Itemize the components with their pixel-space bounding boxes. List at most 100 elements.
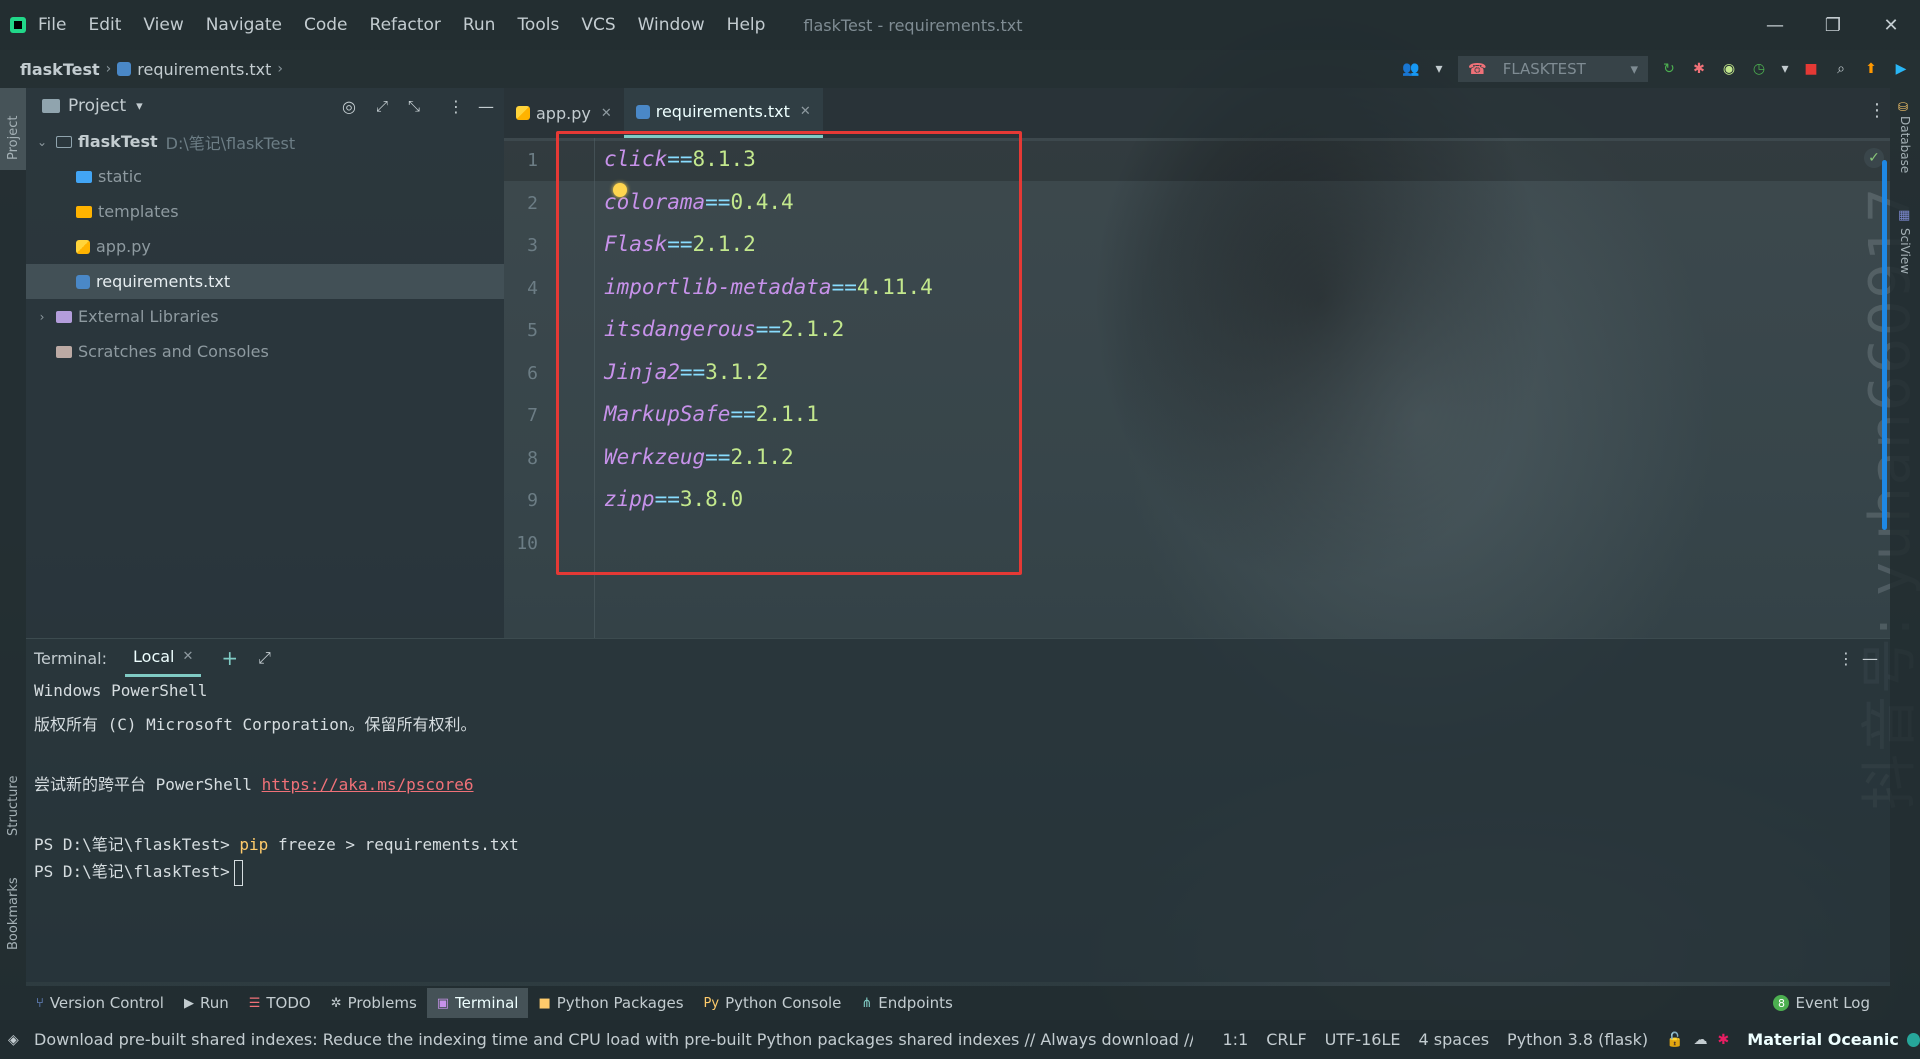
chevron-down-icon[interactable]: ▾ xyxy=(1432,60,1446,78)
tool-run[interactable]: ▶ Run xyxy=(174,988,239,1018)
tool-python-packages[interactable]: ■ Python Packages xyxy=(528,988,693,1018)
tree-item-scratches[interactable]: Scratches and Consoles xyxy=(26,334,504,369)
tree-item-label: External Libraries xyxy=(78,307,219,326)
navigation-bar: flaskTest › requirements.txt › 👥 ▾ ☎ FLA… xyxy=(0,50,1920,88)
menu-view[interactable]: View xyxy=(143,15,183,35)
tool-label: Python Packages xyxy=(556,994,684,1012)
tab-label: app.py xyxy=(536,103,591,123)
event-log-button[interactable]: 8 Event Log xyxy=(1773,994,1870,1012)
users-icon[interactable]: 👥 xyxy=(1402,60,1420,78)
terminal-panel[interactable]: Terminal: Local ✕ + ⤢ ⋮ — Windows PowerS… xyxy=(26,638,1890,982)
menu-edit[interactable]: Edit xyxy=(88,15,121,35)
tool-version-control[interactable]: ⑂ Version Control xyxy=(26,988,174,1018)
tool-terminal[interactable]: ▣ Terminal xyxy=(426,988,529,1018)
tool-todo[interactable]: ☰ TODO xyxy=(239,988,321,1018)
database-stripe-button[interactable]: Database xyxy=(1898,116,1912,173)
code-with-me-icon[interactable]: ▶ xyxy=(1892,60,1910,78)
line-separator[interactable]: CRLF xyxy=(1266,1030,1306,1049)
close-tab-icon[interactable]: ✕ xyxy=(601,106,612,121)
chevron-down-icon[interactable]: ▾ xyxy=(136,99,143,114)
breadcrumb-project[interactable]: flaskTest xyxy=(20,60,100,79)
library-icon xyxy=(56,310,72,323)
text-file-icon xyxy=(635,104,650,119)
hide-panel-icon[interactable]: — xyxy=(1862,649,1878,668)
rerun-icon[interactable]: ↻ xyxy=(1660,60,1678,78)
tree-item-static[interactable]: static xyxy=(26,159,504,194)
lock-icon[interactable]: 🔓 xyxy=(1666,1032,1683,1048)
close-window-button[interactable]: ✕ xyxy=(1862,0,1920,50)
theme-name[interactable]: Material Oceanic xyxy=(1747,1030,1899,1049)
terminal-cursor[interactable] xyxy=(233,859,243,886)
bug-icon[interactable]: ✱ xyxy=(1718,1032,1730,1048)
stop-icon[interactable]: ■ xyxy=(1802,60,1820,78)
chevron-down-icon[interactable]: ▾ xyxy=(1780,60,1790,78)
project-panel-title[interactable]: Project xyxy=(68,96,126,116)
sciview-stripe-button[interactable]: SciView xyxy=(1898,228,1912,274)
tree-item-root[interactable]: ⌄ flaskTest D:\笔记\flaskTest xyxy=(26,124,504,159)
run-configuration-select[interactable]: ☎ FLASKTEST ▾ xyxy=(1458,56,1648,82)
menu-tools[interactable]: Tools xyxy=(517,15,559,35)
tool-python-console[interactable]: Py Python Console xyxy=(694,988,852,1018)
menu-file[interactable]: File xyxy=(38,15,66,35)
coverage-icon[interactable]: ◉ xyxy=(1720,60,1738,78)
menu-code[interactable]: Code xyxy=(304,15,348,35)
bookmarks-stripe-button[interactable]: Bookmarks xyxy=(6,877,21,950)
tree-item-templates[interactable]: templates xyxy=(26,194,504,229)
menu-help[interactable]: Help xyxy=(727,15,766,35)
editor-scrollbar[interactable] xyxy=(1882,160,1887,530)
tree-item-label: app.py xyxy=(96,237,151,256)
tree-item-app-py[interactable]: app.py xyxy=(26,229,504,264)
layers-icon[interactable]: ◈ xyxy=(8,1032,19,1048)
menu-window[interactable]: Window xyxy=(638,15,705,35)
terminal-line: 尝试新的跨平台 PowerShell https://aka.ms/pscore… xyxy=(34,771,474,795)
status-bar: ◈ Download pre-built shared indexes: Red… xyxy=(0,1020,1920,1059)
minimize-button[interactable]: — xyxy=(1746,0,1804,50)
file-encoding[interactable]: UTF-16LE xyxy=(1325,1030,1401,1049)
structure-stripe-button[interactable]: Structure xyxy=(6,776,21,836)
expand-all-icon[interactable]: ⤢ xyxy=(376,97,388,115)
maximize-icon[interactable]: ⤢ xyxy=(258,648,271,668)
update-icon[interactable]: ⬆ xyxy=(1862,60,1880,78)
breadcrumb-file[interactable]: requirements.txt xyxy=(137,60,271,79)
indent-setting[interactable]: 4 spaces xyxy=(1419,1030,1490,1049)
status-message[interactable]: Download pre-built shared indexes: Reduc… xyxy=(34,1030,1193,1049)
tool-endpoints[interactable]: ⋔ Endpoints xyxy=(851,988,962,1018)
tool-problems[interactable]: ✲ Problems xyxy=(321,988,427,1018)
inspection-ok-icon[interactable]: ✓ xyxy=(1864,148,1884,168)
more-options-icon[interactable]: ⋮ xyxy=(1838,649,1854,668)
menu-refactor[interactable]: Refactor xyxy=(370,15,441,35)
line-number: 8 xyxy=(527,448,538,469)
search-icon[interactable]: ⌕ xyxy=(1832,60,1850,78)
python-interpreter[interactable]: Python 3.8 (flask) xyxy=(1507,1030,1648,1049)
menu-run[interactable]: Run xyxy=(463,15,496,35)
tool-label: Terminal xyxy=(455,994,519,1012)
locate-file-icon[interactable]: ◎ xyxy=(342,97,356,116)
menu-navigate[interactable]: Navigate xyxy=(206,15,282,35)
line-number: 10 xyxy=(516,533,538,554)
cloud-icon[interactable]: ☁ xyxy=(1694,1032,1708,1048)
tab-label: requirements.txt xyxy=(655,102,790,121)
project-stripe-button[interactable]: Project xyxy=(0,88,26,170)
tree-item-requirements[interactable]: requirements.txt xyxy=(26,264,504,299)
new-terminal-icon[interactable]: + xyxy=(221,646,238,670)
editor-more-icon[interactable]: ⋮ xyxy=(1868,100,1886,121)
menu-vcs[interactable]: VCS xyxy=(581,15,615,35)
caret-position[interactable]: 1:1 xyxy=(1223,1030,1249,1049)
profile-icon[interactable]: ◷ xyxy=(1750,60,1768,78)
branch-icon: ⑂ xyxy=(36,995,44,1011)
terminal-tab-local[interactable]: Local ✕ xyxy=(125,639,202,677)
database-icon: ⛁ xyxy=(1898,100,1909,114)
restore-button[interactable]: ❐ xyxy=(1804,0,1862,50)
tree-item-label: static xyxy=(98,167,142,186)
tree-item-external-libraries[interactable]: › External Libraries xyxy=(26,299,504,334)
project-panel: Project ▾ ◎ ⤢ ⤡ ⋮ — ⌄ flaskTest D:\笔记\fl… xyxy=(26,88,504,638)
more-options-icon[interactable]: ⋮ xyxy=(448,97,464,116)
collapse-all-icon[interactable]: ⤡ xyxy=(408,97,420,115)
lightbulb-icon[interactable] xyxy=(613,183,627,197)
debug-icon[interactable]: ✱ xyxy=(1690,60,1708,78)
project-stripe-label: Project xyxy=(6,115,21,160)
hide-panel-icon[interactable]: — xyxy=(478,97,494,116)
close-tab-icon[interactable]: ✕ xyxy=(800,104,811,119)
pscore-link[interactable]: https://aka.ms/pscore6 xyxy=(262,775,474,794)
close-tab-icon[interactable]: ✕ xyxy=(182,649,193,664)
